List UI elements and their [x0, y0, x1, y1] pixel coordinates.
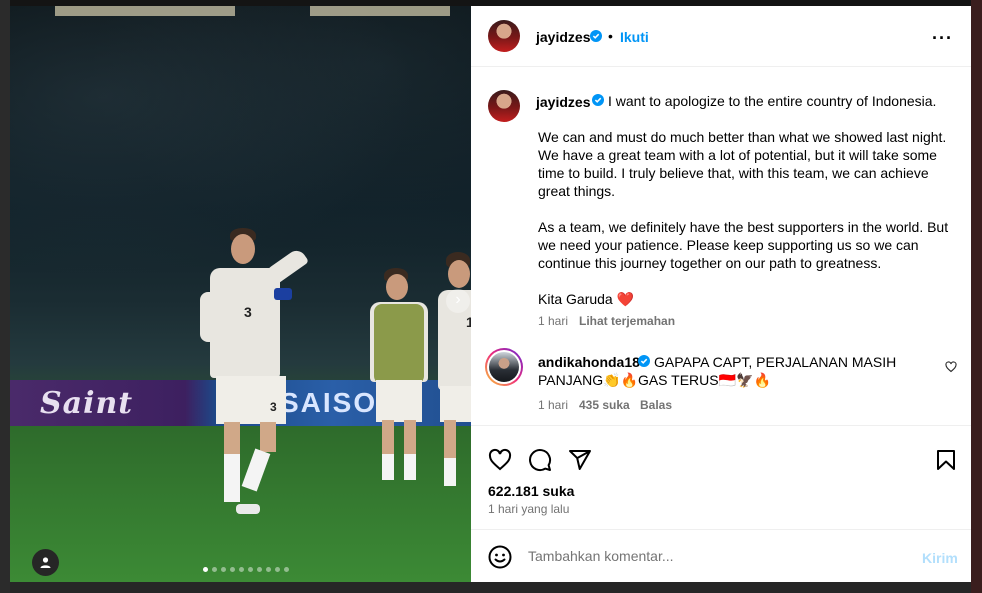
more-icon[interactable]: ···: [932, 28, 953, 49]
avatar: [489, 352, 519, 382]
comment-bar: Kirim: [471, 529, 971, 583]
separator-dot: •: [608, 28, 613, 44]
caption-line: As a team, we definitely have the best s…: [538, 219, 949, 235]
comment-time[interactable]: 1 hari: [538, 398, 568, 412]
author-username[interactable]: jayidzes: [536, 29, 590, 45]
carousel-dot: [248, 567, 253, 572]
bookmark-icon[interactable]: [934, 448, 958, 472]
jersey-number: 3: [244, 304, 252, 320]
carousel-dot: [239, 567, 244, 572]
caption-line: We have a great team with a lot of poten…: [538, 147, 937, 163]
comment-author[interactable]: andikahonda18: [538, 354, 640, 370]
comment-likes[interactable]: 435 suka: [579, 398, 630, 412]
carousel-dot: [266, 567, 271, 572]
backdrop-tile: [971, 0, 982, 593]
user-tag-icon: [40, 557, 51, 568]
share-icon[interactable]: [568, 448, 592, 472]
backdrop-tile: [0, 0, 10, 593]
caption-line: I want to apologize to the entire countr…: [608, 93, 937, 109]
carousel-dot: [203, 567, 208, 572]
player-captain: 3 3: [200, 228, 320, 528]
carousel-dot: [284, 567, 289, 572]
player-ten: 10: [430, 252, 471, 502]
verified-icon: [592, 94, 604, 106]
post-detail-panel: jayidzes • Ikuti ··· jayidzes I want to …: [471, 6, 971, 582]
caption-line: we need your patience. Please keep suppo…: [538, 237, 919, 253]
follow-button[interactable]: Ikuti: [620, 29, 649, 45]
caption-line: great things.: [538, 183, 616, 199]
user-tag-button[interactable]: [32, 549, 59, 576]
avatar[interactable]: [488, 90, 520, 122]
post-comment-button[interactable]: Kirim: [922, 550, 958, 566]
post-header: jayidzes • Ikuti ···: [471, 6, 971, 67]
emoji-icon[interactable]: [488, 545, 512, 569]
comment-input[interactable]: [528, 548, 888, 564]
caption-paragraph: As a team, we definitely have the best s…: [538, 218, 958, 272]
chevron-right-icon: ›: [455, 291, 461, 308]
avatar[interactable]: [488, 20, 520, 52]
comment-icon[interactable]: [528, 448, 552, 472]
story-ring[interactable]: [485, 348, 523, 386]
caption-line: time to build. I truly believe that, wit…: [538, 165, 929, 181]
heart-icon[interactable]: [945, 361, 957, 373]
carousel-dot: [275, 567, 280, 572]
carousel-dot: [257, 567, 262, 572]
short-number: 3: [270, 400, 277, 414]
verified-icon: [638, 355, 650, 367]
comment-text: PANJANG👏🔥GAS TERUS🇮🇩🦅🔥: [538, 372, 771, 388]
post-time[interactable]: 1 hari yang lalu: [488, 502, 569, 516]
caption-line: continue this journey together on our pa…: [538, 255, 882, 271]
caption-paragraph: We can and must do much better than what…: [538, 128, 958, 200]
heart-icon[interactable]: [488, 448, 512, 472]
translate-link[interactable]: Lihat terjemahan: [579, 314, 675, 328]
stadium-light: [310, 6, 450, 16]
caption-time[interactable]: 1 hari: [538, 314, 568, 328]
reply-button[interactable]: Balas: [640, 398, 672, 412]
stadium-light: [55, 6, 235, 16]
like-count[interactable]: 622.181 suka: [488, 483, 574, 499]
comment-text: GAPAPA CAPT, PERJALANAN MASIH: [654, 354, 897, 370]
post-media[interactable]: Saint SAISO 3 3 10: [10, 6, 471, 582]
caption-signoff: Kita Garuda ❤️: [538, 291, 635, 307]
board-text-left: Saint: [40, 386, 134, 421]
verified-icon: [590, 30, 602, 42]
caption-author[interactable]: jayidzes: [536, 94, 590, 110]
carousel-dot: [221, 567, 226, 572]
carousel-dot: [230, 567, 235, 572]
backdrop-tile: [10, 582, 971, 593]
caption-line: We can and must do much better than what…: [538, 129, 947, 145]
carousel-dot: [212, 567, 217, 572]
carousel-indicator: [203, 567, 289, 572]
carousel-next-button[interactable]: ›: [446, 289, 470, 313]
